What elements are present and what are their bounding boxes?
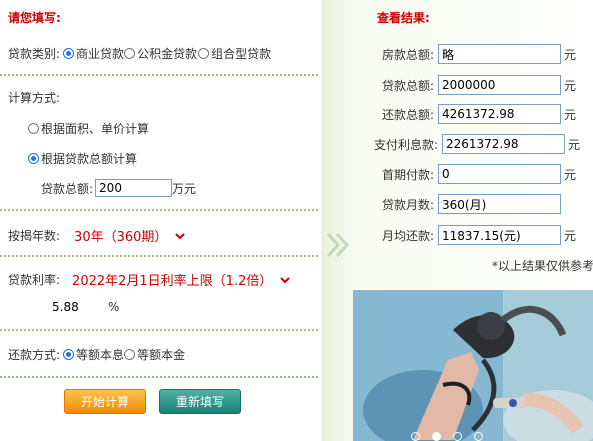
result-unit: 元 xyxy=(564,108,577,122)
loan-total-unit: 万元 xyxy=(172,181,197,196)
result-value[interactable]: 360(月) xyxy=(438,194,561,214)
result-label: 支付利息款: xyxy=(373,138,438,152)
chevron-down-icon xyxy=(175,232,186,239)
result-label: 首期付款: xyxy=(381,168,434,182)
repay-radio-equal-installment[interactable] xyxy=(63,349,75,360)
repay-option-equal-principal[interactable]: 等额本金 xyxy=(137,346,185,363)
loan-type-row: 贷款类别: 商业贷款 公积金贷款 组合型贷款 xyxy=(8,45,271,62)
result-unit: 元 xyxy=(564,229,577,243)
divider xyxy=(0,329,318,331)
years-label: 按揭年数: xyxy=(8,229,61,243)
result-value[interactable]: 略 xyxy=(438,44,561,64)
carousel-dots xyxy=(411,432,483,441)
repay-radio-equal-principal[interactable] xyxy=(124,349,136,360)
result-label: 房款总额: xyxy=(381,48,434,62)
rate-row: 贷款利率: 2022年2月1日利率上限（1.2倍） xyxy=(8,270,291,289)
result-value[interactable]: 11837.15(元) xyxy=(438,225,561,245)
repay-option-equal-installment[interactable]: 等额本息 xyxy=(76,346,124,363)
divider xyxy=(0,209,318,211)
result-value[interactable]: 2000000 xyxy=(438,75,561,95)
calc-method-radio-area[interactable] xyxy=(28,123,39,134)
result-unit: 元 xyxy=(564,48,577,62)
result-value[interactable]: 4261372.98 xyxy=(438,104,561,124)
years-select-value: 30年（360期） xyxy=(74,230,168,245)
result-value[interactable]: 0 xyxy=(438,164,561,184)
divider-strip xyxy=(322,0,352,441)
result-unit: 元 xyxy=(564,168,577,182)
carousel-dot[interactable] xyxy=(411,432,420,441)
calc-method-option-area[interactable]: 根据面积、单价计算 xyxy=(28,120,149,137)
calc-method-option-total-label[interactable]: 根据贷款总额计算 xyxy=(41,150,137,167)
results-heading: 查看结果: xyxy=(377,11,430,25)
loan-total-row: 贷款总额: 200 万元 xyxy=(41,179,196,197)
loan-type-label: 贷款类别: xyxy=(8,47,61,61)
divider xyxy=(0,74,318,76)
calculator-form: 请您填写: 贷款类别: 商业贷款 公积金贷款 组合型贷款 计算方式: 根据面积、… xyxy=(0,0,322,441)
result-value[interactable]: 2261372.98 xyxy=(442,134,565,154)
result-label: 还款总额: xyxy=(381,108,434,122)
carousel-dot[interactable] xyxy=(474,432,483,441)
rate-select[interactable]: 2022年2月1日利率上限（1.2倍） xyxy=(72,270,291,289)
result-unit: 元 xyxy=(568,138,581,152)
divider xyxy=(0,255,318,257)
years-select[interactable]: 30年（360期） xyxy=(74,226,186,245)
rate-number-input[interactable]: 5.88 xyxy=(52,300,102,314)
loan-type-radio-commercial[interactable] xyxy=(63,48,75,59)
calc-method-radio-total[interactable] xyxy=(28,153,39,164)
result-label: 贷款月数: xyxy=(381,198,434,212)
medical-photo-illustration xyxy=(353,290,593,441)
repay-method-label: 还款方式: xyxy=(8,348,61,362)
loan-total-input[interactable]: 200 xyxy=(95,179,173,197)
rate-label: 贷款利率: xyxy=(8,273,61,287)
rate-unit: % xyxy=(108,300,120,314)
rate-select-value: 2022年2月1日利率上限（1.2倍） xyxy=(72,274,273,289)
carousel-dot-active[interactable] xyxy=(432,432,441,441)
double-chevron-right-icon xyxy=(326,232,350,258)
repay-method-row: 还款方式: 等额本息 等额本金 xyxy=(8,346,185,363)
form-heading: 请您填写: xyxy=(8,11,61,25)
years-row: 按揭年数: 30年（360期） xyxy=(8,226,186,245)
calculate-button[interactable]: 开始计算 xyxy=(64,389,146,414)
result-label: 月均还款: xyxy=(381,229,434,243)
loan-type-radio-combined[interactable] xyxy=(198,48,210,59)
loan-type-option-commercial[interactable]: 商业贷款 xyxy=(76,45,124,62)
result-unit: 元 xyxy=(564,79,577,93)
banner-image[interactable] xyxy=(353,290,593,441)
rate-number-row: 5.88 % xyxy=(52,300,119,314)
reset-button[interactable]: 重新填写 xyxy=(159,389,241,414)
calc-method-option-total[interactable]: 根据贷款总额计算 xyxy=(28,150,137,167)
divider xyxy=(0,376,318,378)
calc-method-option-area-label[interactable]: 根据面积、单价计算 xyxy=(41,120,149,137)
chevron-down-icon xyxy=(280,276,291,283)
loan-type-radio-fund[interactable] xyxy=(124,48,136,59)
loan-type-option-combined[interactable]: 组合型贷款 xyxy=(211,45,271,62)
loan-total-label: 贷款总额: xyxy=(41,181,94,196)
result-label: 贷款总额: xyxy=(381,79,434,93)
carousel-dot[interactable] xyxy=(453,432,462,441)
calc-method-label: 计算方式: xyxy=(8,91,61,105)
loan-type-option-fund[interactable]: 公积金贷款 xyxy=(137,45,197,62)
results-note: *以上结果仅供参考 xyxy=(492,259,593,273)
